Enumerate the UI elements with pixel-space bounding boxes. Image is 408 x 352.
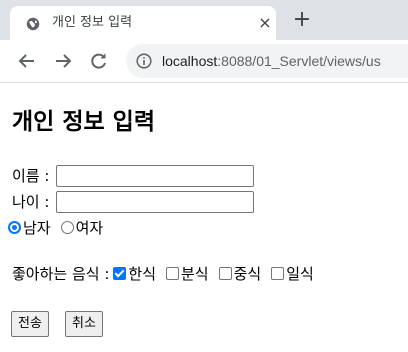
close-tab-icon[interactable]: × — [256, 14, 274, 32]
gender-male-radio[interactable] — [8, 221, 21, 234]
food-chinese-label: 중식 — [233, 264, 262, 283]
forward-arrow-icon[interactable] — [52, 50, 74, 72]
name-row: 이름 : — [12, 165, 255, 187]
age-input[interactable] — [56, 191, 255, 213]
food-label: 좋아하는 음식 : — [12, 264, 110, 283]
gender-male-label: 남자 — [23, 218, 51, 237]
gender-row: 남자 여자 — [4, 217, 109, 238]
submit-button[interactable]: 전송 — [11, 311, 49, 337]
url-path: :8088/01_Servlet/views/us — [217, 53, 381, 69]
food-snack-label: 분식 — [181, 264, 209, 283]
browser-tab[interactable]: 개인 정보 입력 × — [10, 6, 276, 40]
food-chinese-checkbox[interactable] — [218, 267, 232, 280]
food-row: 좋아하는 음식 : 한식 분식 중식 일식 — [12, 263, 320, 284]
globe-icon — [26, 16, 40, 31]
info-icon[interactable] — [136, 53, 152, 69]
name-input[interactable] — [56, 165, 255, 187]
name-label: 이름 : — [12, 167, 50, 185]
gender-female-radio[interactable] — [60, 221, 74, 234]
food-japanese-checkbox[interactable] — [271, 267, 285, 280]
food-snack-checkbox[interactable] — [166, 267, 179, 280]
tab-strip: 개인 정보 입력 × + — [0, 0, 408, 40]
page-content: 개인 정보 입력 이름 : 나이 : 남자 여자 좋아하는 음식 : 한식 분식 중식 일… — [0, 83, 408, 352]
cancel-button[interactable]: 취소 — [65, 311, 103, 337]
food-korean-checkbox[interactable] — [113, 267, 127, 280]
url-host: localhost — [162, 53, 218, 69]
food-japanese-label: 일식 — [286, 264, 314, 283]
page-title: 개인 정보 입력 — [12, 109, 155, 135]
gender-female-label: 여자 — [75, 218, 104, 237]
browser-toolbar: localhost:8088/01_Servlet/views/us — [0, 40, 408, 83]
back-arrow-icon[interactable] — [16, 50, 38, 72]
reload-icon[interactable] — [88, 50, 110, 72]
address-bar[interactable]: localhost:8088/01_Servlet/views/us — [126, 44, 408, 78]
age-row: 나이 : — [12, 191, 255, 213]
age-label: 나이 : — [12, 193, 50, 211]
food-korean-label: 한식 — [128, 264, 156, 283]
new-tab-icon[interactable]: + — [292, 9, 312, 31]
tab-title: 개인 정보 입력 — [52, 15, 133, 30]
url-text: localhost:8088/01_Servlet/views/us — [162, 52, 381, 70]
